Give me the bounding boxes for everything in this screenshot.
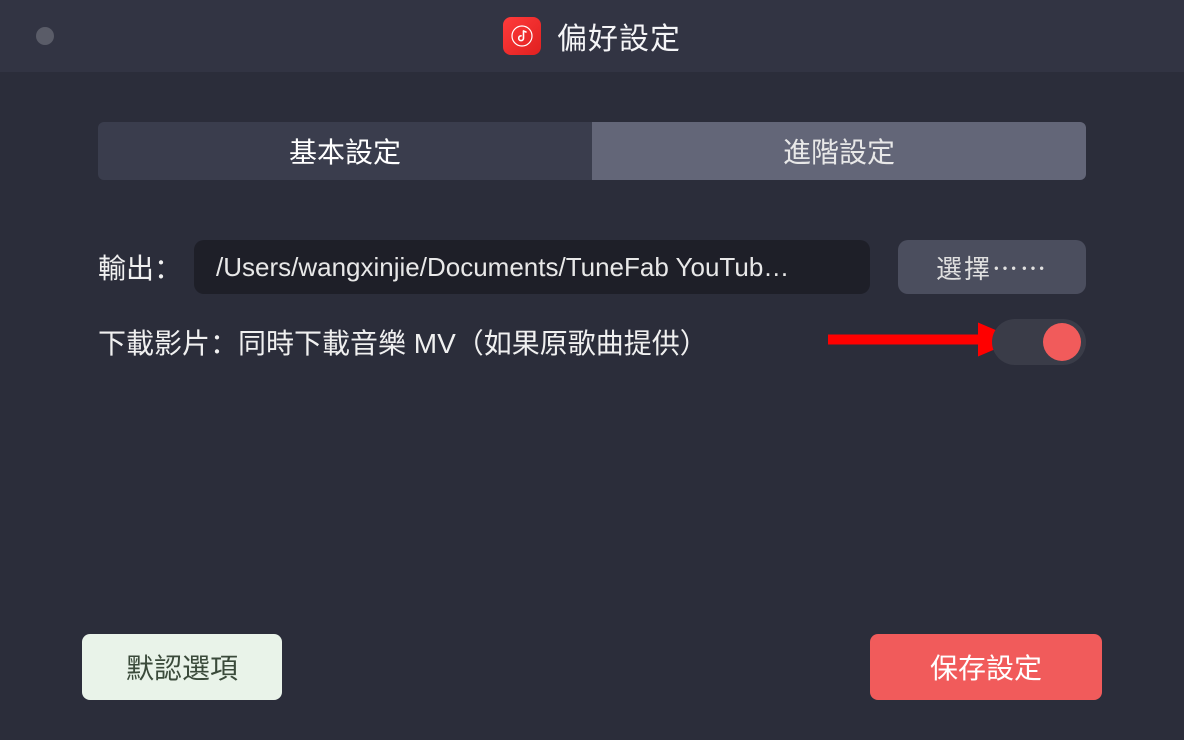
content-area: 基本設定 進階設定 輸出： /Users/wangxinjie/Document…	[0, 72, 1184, 362]
download-video-toggle[interactable]	[992, 319, 1086, 365]
output-label: 輸出：	[98, 247, 182, 287]
download-video-row: 下載影片： 同時下載音樂 MV（如果原歌曲提供）	[98, 322, 1086, 362]
output-row: 輸出： /Users/wangxinjie/Documents/TuneFab …	[98, 240, 1086, 294]
annotation-arrow-icon	[818, 315, 1018, 370]
save-settings-button[interactable]: 保存設定	[870, 634, 1102, 700]
app-icon	[503, 17, 541, 55]
tabs-container: 基本設定 進階設定	[98, 122, 1086, 180]
choose-button[interactable]: 選擇⋯⋯	[898, 240, 1086, 294]
settings-area: 輸出： /Users/wangxinjie/Documents/TuneFab …	[98, 240, 1086, 362]
title-center: 偏好設定	[503, 14, 681, 58]
download-video-label: 下載影片：	[98, 322, 238, 362]
default-options-button[interactable]: 默認選項	[82, 634, 282, 700]
tab-basic[interactable]: 基本設定	[98, 122, 592, 180]
footer: 默認選項 保存設定	[82, 634, 1102, 700]
toggle-knob	[1043, 323, 1081, 361]
tab-advanced[interactable]: 進階設定	[592, 122, 1086, 180]
window-control-dot[interactable]	[36, 27, 54, 45]
output-path-field[interactable]: /Users/wangxinjie/Documents/TuneFab YouT…	[194, 240, 870, 294]
window-title: 偏好設定	[557, 14, 681, 58]
titlebar: 偏好設定	[0, 0, 1184, 72]
download-video-description: 同時下載音樂 MV（如果原歌曲提供）	[238, 322, 708, 362]
